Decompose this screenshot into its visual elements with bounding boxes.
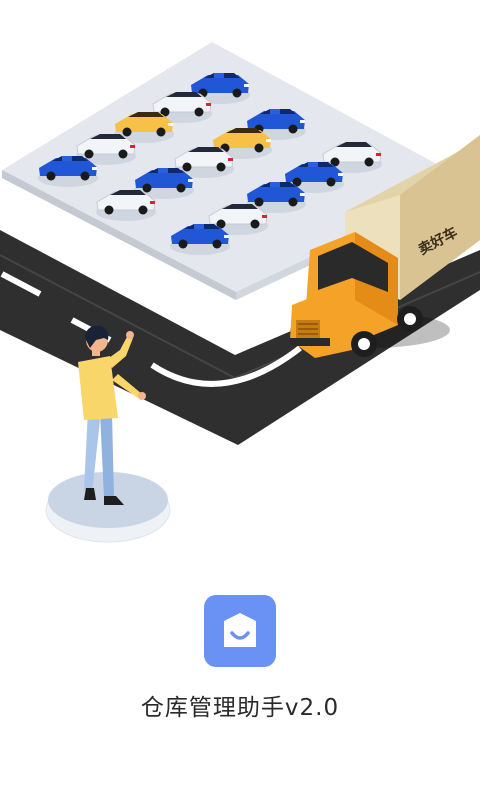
- app-icon: [204, 595, 276, 667]
- app-title: 仓库管理助手v2.0: [140, 695, 340, 721]
- splash-illustration: 卖好车: [0, 42, 480, 543]
- shopping-bag-icon: [224, 613, 256, 647]
